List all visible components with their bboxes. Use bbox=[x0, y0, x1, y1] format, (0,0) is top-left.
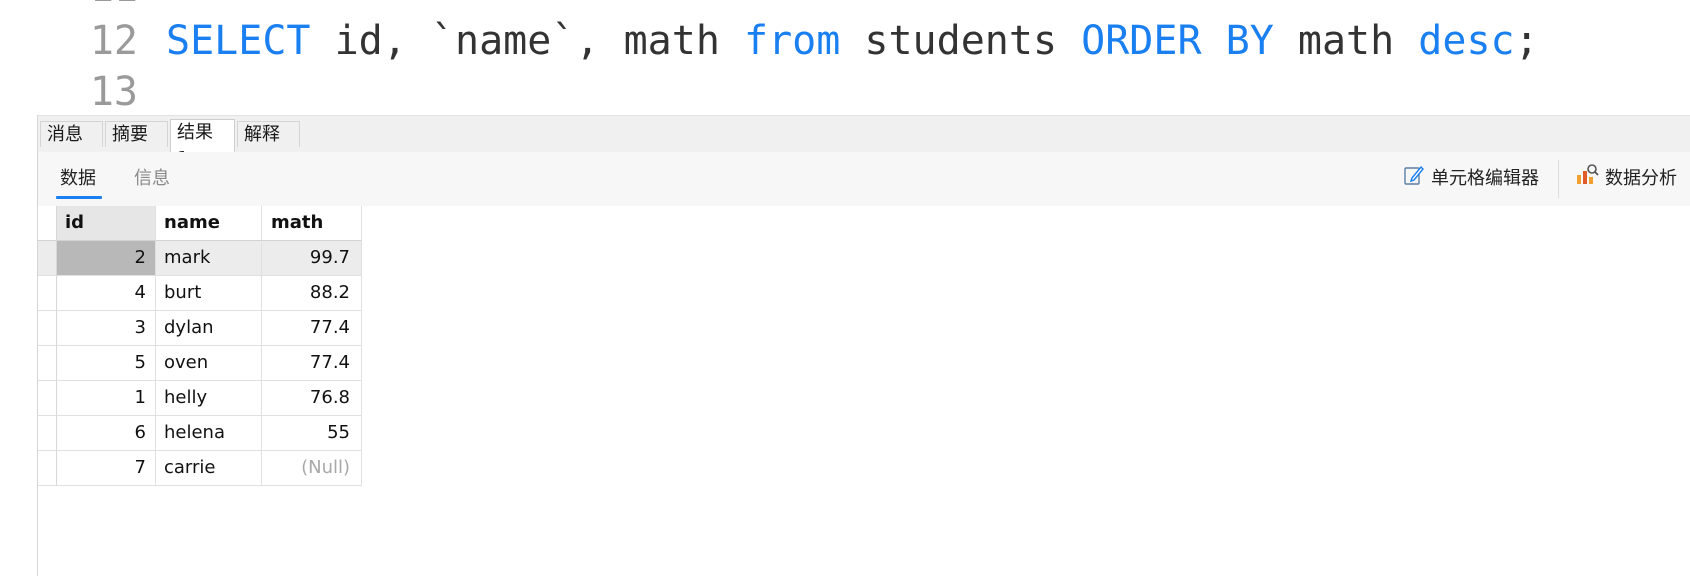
cell-math[interactable]: 77.4 bbox=[262, 346, 362, 381]
edit-icon bbox=[1403, 164, 1425, 194]
cell-math-null[interactable]: (Null) bbox=[262, 451, 362, 486]
cell-id[interactable]: 2 bbox=[57, 241, 156, 276]
result-tab-strip: 消息 摘要 结果 1 解释 1 bbox=[38, 115, 1690, 171]
cell-id[interactable]: 1 bbox=[57, 381, 156, 416]
cell-math[interactable]: 88.2 bbox=[262, 276, 362, 311]
data-analysis-button[interactable]: 数据分析 bbox=[1575, 163, 1677, 195]
active-tab-indicator bbox=[56, 196, 102, 199]
row-indicator[interactable] bbox=[38, 451, 57, 486]
cell-id[interactable]: 5 bbox=[57, 346, 156, 381]
row-indicator[interactable] bbox=[38, 276, 57, 311]
toolbar-divider bbox=[1558, 160, 1559, 198]
row-indicator[interactable] bbox=[38, 346, 57, 381]
cell-editor-button[interactable]: 单元格编辑器 bbox=[1403, 164, 1539, 194]
sql-text: id, `name`, math bbox=[310, 18, 744, 64]
sql-text: ; bbox=[1514, 18, 1539, 64]
cell-id[interactable]: 3 bbox=[57, 311, 156, 346]
sql-keyword: SELECT bbox=[166, 18, 311, 64]
column-header-id[interactable]: id bbox=[57, 206, 156, 241]
result-toolbar: 数据 信息 单元格编辑器 数据分析 bbox=[38, 152, 1690, 206]
chart-analysis-icon bbox=[1575, 163, 1599, 195]
tab-messages[interactable]: 消息 bbox=[40, 121, 103, 147]
cell-math[interactable]: 99.7 bbox=[262, 241, 362, 276]
sql-text: math bbox=[1273, 18, 1419, 64]
cell-id[interactable]: 4 bbox=[57, 276, 156, 311]
tab-explain-1[interactable]: 解释 1 bbox=[237, 121, 300, 171]
cell-name[interactable]: mark bbox=[156, 241, 262, 276]
sql-keyword: ORDER BY bbox=[1081, 18, 1274, 64]
row-indicator[interactable] bbox=[38, 241, 57, 276]
cell-id[interactable]: 7 bbox=[57, 451, 156, 486]
row-indicator[interactable] bbox=[38, 381, 57, 416]
cell-math[interactable]: 76.8 bbox=[262, 381, 362, 416]
subtab-info[interactable]: 信息 bbox=[134, 166, 170, 192]
sql-editor[interactable]: 11 12 13 SELECT id, `name`, math from st… bbox=[0, 0, 1690, 115]
cell-math[interactable]: 55 bbox=[262, 416, 362, 451]
line-number: 11 bbox=[0, 0, 138, 12]
cell-id[interactable]: 6 bbox=[57, 416, 156, 451]
line-number: 12 bbox=[89, 18, 138, 64]
cell-name[interactable]: carrie bbox=[156, 451, 262, 486]
cell-editor-label: 单元格编辑器 bbox=[1431, 168, 1539, 189]
subtab-data[interactable]: 数据 bbox=[60, 166, 96, 192]
row-indicator[interactable] bbox=[38, 311, 57, 346]
tab-summary[interactable]: 摘要 bbox=[105, 121, 168, 147]
cell-name[interactable]: helly bbox=[156, 381, 262, 416]
sql-keyword: from bbox=[743, 18, 841, 64]
row-indicator-header bbox=[38, 206, 57, 241]
sql-keyword: desc bbox=[1418, 18, 1515, 64]
column-header-math[interactable]: math bbox=[262, 206, 362, 241]
cell-name[interactable]: dylan bbox=[156, 311, 262, 346]
sql-text: students bbox=[840, 18, 1082, 64]
data-analysis-label: 数据分析 bbox=[1605, 168, 1677, 189]
cell-name[interactable]: oven bbox=[156, 346, 262, 381]
sql-code-line[interactable]: SELECT id, `name`, math from students OR… bbox=[166, 17, 1539, 65]
cell-name[interactable]: helena bbox=[156, 416, 262, 451]
row-indicator[interactable] bbox=[38, 416, 57, 451]
cell-math[interactable]: 77.4 bbox=[262, 311, 362, 346]
column-header-name[interactable]: name bbox=[156, 206, 262, 241]
cell-name[interactable]: burt bbox=[156, 276, 262, 311]
line-number: 13 bbox=[89, 69, 138, 115]
tab-result-1[interactable]: 结果 1 bbox=[170, 119, 235, 169]
